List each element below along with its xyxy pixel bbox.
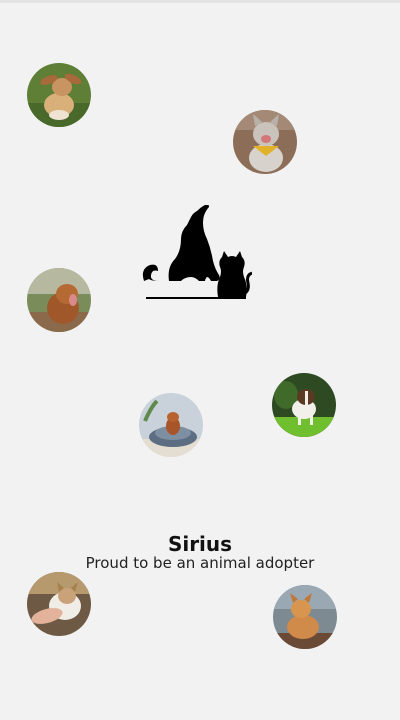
orange-cat-photo[interactable] — [273, 585, 337, 649]
border-collie-on-lawn-photo[interactable] — [272, 373, 336, 437]
brown-dog-outdoors-photo[interactable] — [27, 268, 91, 332]
cat-yellow-bandana-photo[interactable] — [233, 110, 297, 174]
dog-and-cat-silhouette-icon — [140, 205, 252, 301]
top-edge-bar — [0, 0, 400, 3]
dog-on-grass-photo[interactable] — [27, 63, 91, 127]
puppy-in-bed-photo[interactable] — [139, 393, 203, 457]
profile-tagline: Proud to be an animal adopter — [85, 554, 315, 572]
cat-held-in-hand-photo[interactable] — [27, 572, 91, 636]
